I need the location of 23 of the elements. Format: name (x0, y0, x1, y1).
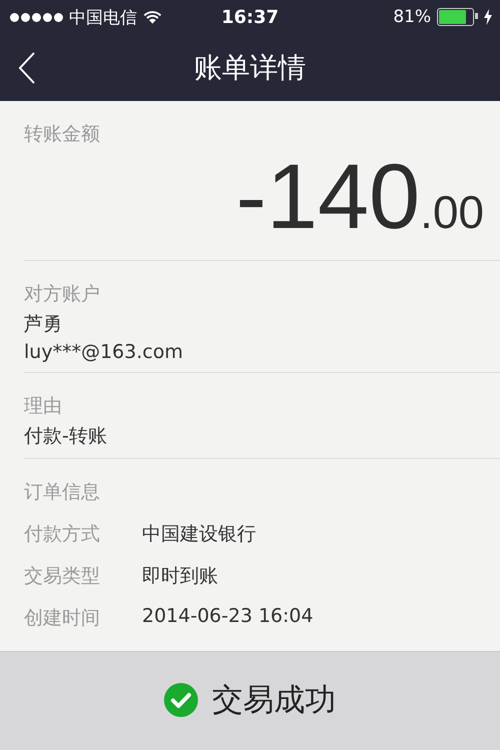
wifi-icon (143, 10, 162, 24)
status-text: 交易成功 (212, 681, 336, 720)
section-label: 转账金额 (24, 122, 101, 147)
page-title: 账单详情 (194, 50, 306, 86)
field-label: 交易类型 (24, 564, 101, 589)
detail-text: 付款-转账 (24, 424, 108, 449)
clock-time: 16:37 (221, 6, 279, 28)
section-label: 理由 (24, 394, 63, 419)
battery-percent: 81% (393, 7, 431, 27)
section-label: 对方账户 (24, 282, 101, 307)
signal-icon (10, 12, 63, 22)
field-label: 付款方式 (24, 522, 101, 547)
field-label: 创建时间 (24, 606, 101, 631)
field-value: 2014-06-23 16:04 (142, 605, 314, 627)
amount-value: -140.00 (234, 151, 485, 243)
field-value: 中国建设银行 (142, 522, 256, 547)
field-value: 即时到账 (142, 564, 218, 589)
detail-text: 芦勇 (24, 312, 63, 337)
charging-icon (484, 9, 492, 25)
section-label: 订单信息 (24, 480, 101, 505)
detail-text: luy***@163.com (24, 341, 184, 363)
carrier-name: 中国电信 (69, 6, 137, 28)
back-icon[interactable] (18, 52, 36, 84)
